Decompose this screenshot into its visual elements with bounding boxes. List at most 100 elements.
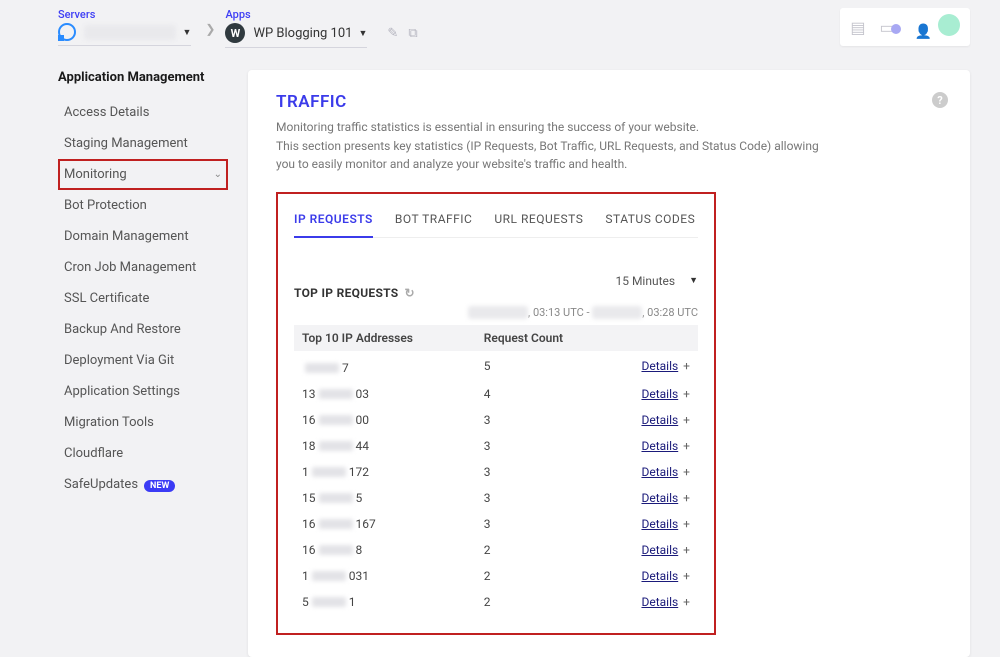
sidebar-item-bot-protection[interactable]: Bot Protection — [58, 190, 228, 221]
tab-status-codes[interactable]: STATUS CODES — [605, 208, 695, 237]
tab-url-requests[interactable]: URL REQUESTS — [494, 208, 583, 237]
expand-icon[interactable]: + — [680, 595, 690, 609]
list-icon[interactable]: ▤ — [850, 18, 865, 37]
sidebar-item-application-settings[interactable]: Application Settings — [58, 376, 228, 407]
sidebar-item-monitoring[interactable]: Monitoring⌄ — [58, 159, 228, 190]
expand-icon[interactable]: + — [680, 517, 690, 531]
sidebar-item-domain-management[interactable]: Domain Management — [58, 221, 228, 252]
ip-address: 168 — [302, 543, 362, 557]
tabs: IP REQUESTS BOT TRAFFIC URL REQUESTS STATUS… — [294, 208, 698, 238]
sidebar-item-cron-job-management[interactable]: Cron Job Management — [58, 252, 228, 283]
sidebar-item-access-details[interactable]: Access Details — [58, 97, 228, 128]
ip-address: 7 — [302, 361, 349, 375]
tab-ip-requests[interactable]: IP REQUESTS — [294, 208, 373, 238]
request-count: 3 — [476, 511, 577, 537]
tab-bot-traffic[interactable]: BOT TRAFFIC — [395, 208, 472, 237]
request-count: 5 — [476, 351, 577, 381]
table-row: 155 3 Details + — [294, 485, 698, 511]
expand-icon[interactable]: + — [680, 359, 690, 373]
col-ip: Top 10 IP Addresses — [294, 325, 476, 351]
highlighted-region: IP REQUESTS BOT TRAFFIC URL REQUESTS STATUS… — [276, 192, 716, 635]
request-count: 2 — [476, 537, 577, 563]
ip-address: 51 — [302, 595, 356, 609]
top-right-toolbar: ▤ ▭ 👤 — [840, 8, 970, 46]
col-count: Request Count — [476, 325, 577, 351]
details-link[interactable]: Details — [641, 359, 678, 373]
ip-address: 1303 — [302, 387, 369, 401]
sidebar: Application Management Access DetailsSta… — [58, 70, 228, 657]
table-row: 168 2 Details + — [294, 537, 698, 563]
apps-label: Apps — [225, 8, 367, 21]
new-badge: NEW — [144, 480, 175, 492]
refresh-icon[interactable]: ↻ — [404, 286, 414, 300]
time-range-select[interactable]: 15 Minutes ▼ — [615, 274, 698, 288]
chevron-right-icon: ❯ — [205, 22, 215, 36]
chevron-down-icon: ⌄ — [214, 169, 222, 180]
details-link[interactable]: Details — [641, 439, 678, 453]
servers-breadcrumb: Servers Redacted Name ▼ — [58, 8, 191, 46]
ip-address: 1844 — [302, 439, 369, 453]
edit-icon[interactable]: ✎ — [387, 26, 398, 41]
app-name: WP Blogging 101 — [253, 26, 352, 41]
expand-icon[interactable]: + — [680, 439, 690, 453]
section-title: TOP IP REQUESTS ↻ — [294, 286, 415, 300]
page-title: TRAFFIC — [276, 92, 942, 112]
table-row: 16167 3 Details + — [294, 511, 698, 537]
ip-address: 1031 — [302, 569, 369, 583]
account-menu[interactable]: 👤 — [915, 14, 960, 40]
ip-requests-table: Top 10 IP Addresses Request Count 7 5 Deta… — [294, 325, 698, 615]
caret-down-icon: ▼ — [182, 27, 191, 38]
sidebar-item-staging-management[interactable]: Staging Management — [58, 128, 228, 159]
expand-icon[interactable]: + — [680, 465, 690, 479]
table-row: 7 5 Details + — [294, 351, 698, 381]
server-selector[interactable]: Redacted Name ▼ — [58, 21, 191, 46]
request-count: 3 — [476, 459, 577, 485]
table-row: 18443Details + — [294, 433, 698, 459]
details-link[interactable]: Details — [641, 569, 678, 583]
external-link-icon[interactable]: ⧉ — [408, 26, 417, 41]
sidebar-item-migration-tools[interactable]: Migration Tools — [58, 407, 228, 438]
details-link[interactable]: Details — [641, 413, 678, 427]
request-count: 3 — [476, 485, 577, 511]
sidebar-item-backup-and-restore[interactable]: Backup And Restore — [58, 314, 228, 345]
ip-address: 16167 — [302, 517, 376, 531]
caret-down-icon: ▼ — [358, 28, 367, 39]
expand-icon[interactable]: + — [680, 569, 690, 583]
server-name-redacted: Redacted Name — [84, 25, 176, 40]
request-count: 2 — [476, 589, 577, 615]
apps-breadcrumb: Apps W WP Blogging 101 ▼ — [225, 8, 367, 48]
sidebar-item-safeupdates[interactable]: SafeUpdatesNEW — [58, 469, 228, 500]
sidebar-item-ssl-certificate[interactable]: SSL Certificate — [58, 283, 228, 314]
table-row: 1303 4 Details + — [294, 381, 698, 407]
expand-icon[interactable]: + — [680, 491, 690, 505]
details-link[interactable]: Details — [641, 543, 678, 557]
ip-address: 155 — [302, 491, 362, 505]
caret-down-icon: ▼ — [689, 275, 698, 286]
table-row: 51 2 Details + — [294, 589, 698, 615]
sidebar-heading: Application Management — [58, 70, 228, 85]
servers-label: Servers — [58, 8, 191, 21]
request-count: 4 — [476, 381, 577, 407]
expand-icon[interactable]: + — [680, 543, 690, 557]
expand-icon[interactable]: + — [680, 413, 690, 427]
help-icon[interactable]: ? — [932, 92, 948, 108]
wordpress-icon: W — [225, 23, 245, 43]
details-link[interactable]: Details — [641, 517, 678, 531]
main-panel: ? TRAFFIC Monitoring traffic statistics … — [248, 70, 970, 657]
details-link[interactable]: Details — [641, 465, 678, 479]
projects-icon[interactable]: ▭ — [879, 18, 900, 37]
app-selector[interactable]: W WP Blogging 101 ▼ — [225, 21, 367, 48]
sidebar-item-cloudflare[interactable]: Cloudflare — [58, 438, 228, 469]
table-row: 1031 2 Details + — [294, 563, 698, 589]
table-row: 16003Details + — [294, 407, 698, 433]
details-link[interactable]: Details — [641, 491, 678, 505]
ip-address: 1600 — [302, 413, 369, 427]
table-row: 11723Details + — [294, 459, 698, 485]
timestamp-range: xxxxx, 03:13 UTC - xxxx, 03:28 UTC — [294, 306, 698, 319]
details-link[interactable]: Details — [641, 387, 678, 401]
expand-icon[interactable]: + — [680, 387, 690, 401]
page-description: Monitoring traffic statistics is essenti… — [276, 118, 836, 174]
sidebar-item-deployment-via-git[interactable]: Deployment Via Git — [58, 345, 228, 376]
details-link[interactable]: Details — [641, 595, 678, 609]
request-count: 2 — [476, 563, 577, 589]
